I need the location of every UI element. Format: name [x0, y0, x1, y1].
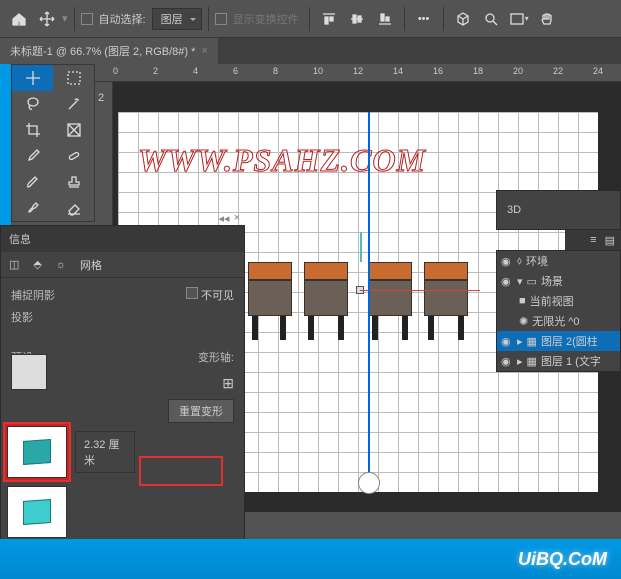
mesh-icon: ▦: [527, 355, 537, 368]
depth-value[interactable]: 2.32 厘米: [75, 431, 135, 473]
invisible-checkbox[interactable]: [186, 287, 198, 299]
lasso-tool[interactable]: [12, 91, 53, 117]
search-icon[interactable]: [478, 6, 504, 32]
brand-logo: UiBQ.CoM: [518, 549, 607, 570]
move-icon[interactable]: [34, 6, 60, 32]
heal-tool[interactable]: [53, 143, 94, 169]
layer-row-view[interactable]: ■当前视图: [497, 291, 620, 311]
info-tab[interactable]: 信息: [9, 231, 31, 247]
brush-tool[interactable]: [12, 169, 53, 195]
view-dd-icon[interactable]: ▾: [506, 6, 532, 32]
crop-tool[interactable]: [12, 117, 53, 143]
align-top-icon[interactable]: [316, 6, 342, 32]
layer-row-env[interactable]: ◉⬨环境: [497, 251, 620, 271]
mesh-icon: ▦: [527, 335, 537, 348]
wand-tool[interactable]: [53, 91, 94, 117]
3d-panel-tab[interactable]: 3D: [496, 190, 621, 230]
layer-row-light[interactable]: ✺无限光 ^0: [497, 311, 620, 331]
light-widget[interactable]: [358, 472, 380, 494]
3d-mode-icon[interactable]: [450, 6, 476, 32]
auto-select-checkbox[interactable]: [81, 13, 93, 25]
layer-row-text[interactable]: ◉▸▦图层 1 (文字: [497, 351, 620, 371]
marquee-tool[interactable]: [53, 65, 94, 91]
material-thumb-2[interactable]: [7, 486, 67, 538]
stamp-tool[interactable]: [53, 169, 94, 195]
axis-grid-icon[interactable]: ⊞: [222, 375, 234, 392]
mesh-mode-icon[interactable]: ◫: [9, 258, 19, 271]
eye-icon[interactable]: ◉: [501, 255, 513, 267]
panel-header-icons: ≡ ▤: [565, 230, 621, 250]
brand-bar: UiBQ.CoM: [0, 539, 621, 579]
eye-icon[interactable]: ◉: [501, 335, 513, 347]
more-icon[interactable]: •••: [411, 6, 437, 32]
close-icon[interactable]: ×: [201, 45, 207, 57]
highlight-depth: [141, 458, 221, 484]
close-panel-icon[interactable]: ×: [234, 212, 240, 225]
eye-icon[interactable]: ◉: [501, 275, 513, 287]
layers-panel: ◉⬨环境 ◉▾▭场景 ■当前视图 ✺无限光 ^0 ◉▸▦图层 2(圆柱 ◉▸▦图…: [496, 250, 621, 372]
tool-panel: [11, 64, 95, 222]
3d-objects[interactable]: [248, 262, 508, 362]
cast-shadow-label: 投影: [11, 309, 33, 325]
watermark-text: WWW.PSAHZ.COM: [138, 142, 426, 179]
highlight-thumb: [5, 424, 69, 480]
home-icon[interactable]: [6, 6, 32, 32]
menu-icon[interactable]: ▤: [605, 234, 615, 247]
align-mid-icon[interactable]: [344, 6, 370, 32]
move-tool[interactable]: [12, 65, 53, 91]
depth-field-cell: 2.32 厘米: [75, 426, 135, 478]
deform-label: 变形轴:: [198, 349, 234, 365]
layer-dropdown[interactable]: 图层: [152, 8, 202, 30]
vertical-guide[interactable]: [368, 112, 370, 492]
shadow-label: 捕捉阴影: [11, 287, 55, 303]
frame-tool[interactable]: [53, 117, 94, 143]
material-mode-icon[interactable]: ⬘: [33, 258, 41, 271]
mesh-label: 网格: [80, 257, 102, 273]
properties-panel: ◂◂ × 信息 ◫ ⬘ ☼ 网格 捕捉阴影 不可见 投影 预设:变形轴: ⊞ 重…: [0, 225, 245, 565]
eye-icon[interactable]: ◉: [501, 355, 513, 367]
light-mode-icon[interactable]: ☼: [56, 259, 66, 271]
history-brush-tool[interactable]: [12, 195, 53, 221]
document-tab[interactable]: 未标题-1 @ 66.7% (图层 2, RGB/8#) * ×: [0, 38, 218, 64]
light-icon: ✺: [519, 315, 528, 328]
eyedrop-tool[interactable]: [12, 143, 53, 169]
reset-deform-button[interactable]: 重置变形: [168, 399, 234, 423]
show-transform-label: 显示变换控件: [233, 11, 299, 27]
auto-select-label: 自动选择:: [99, 11, 146, 27]
filter-icon[interactable]: ≡: [590, 234, 596, 246]
preset-thumb[interactable]: [11, 354, 47, 390]
horizontal-ruler: 0 2 4 6 8 10 12 14 16 18 20 22 24: [95, 64, 621, 82]
layer-row-scene[interactable]: ◉▾▭场景: [497, 271, 620, 291]
hand-icon[interactable]: [534, 6, 560, 32]
eraser-tool[interactable]: [53, 195, 94, 221]
layer-row-cylinder[interactable]: ◉▸▦图层 2(圆柱: [497, 331, 620, 351]
document-title: 未标题-1 @ 66.7% (图层 2, RGB/8#) *: [10, 43, 195, 59]
collapse-icon[interactable]: ◂◂: [219, 212, 230, 225]
show-transform-checkbox[interactable]: [215, 13, 227, 25]
align-bot-icon[interactable]: [372, 6, 398, 32]
